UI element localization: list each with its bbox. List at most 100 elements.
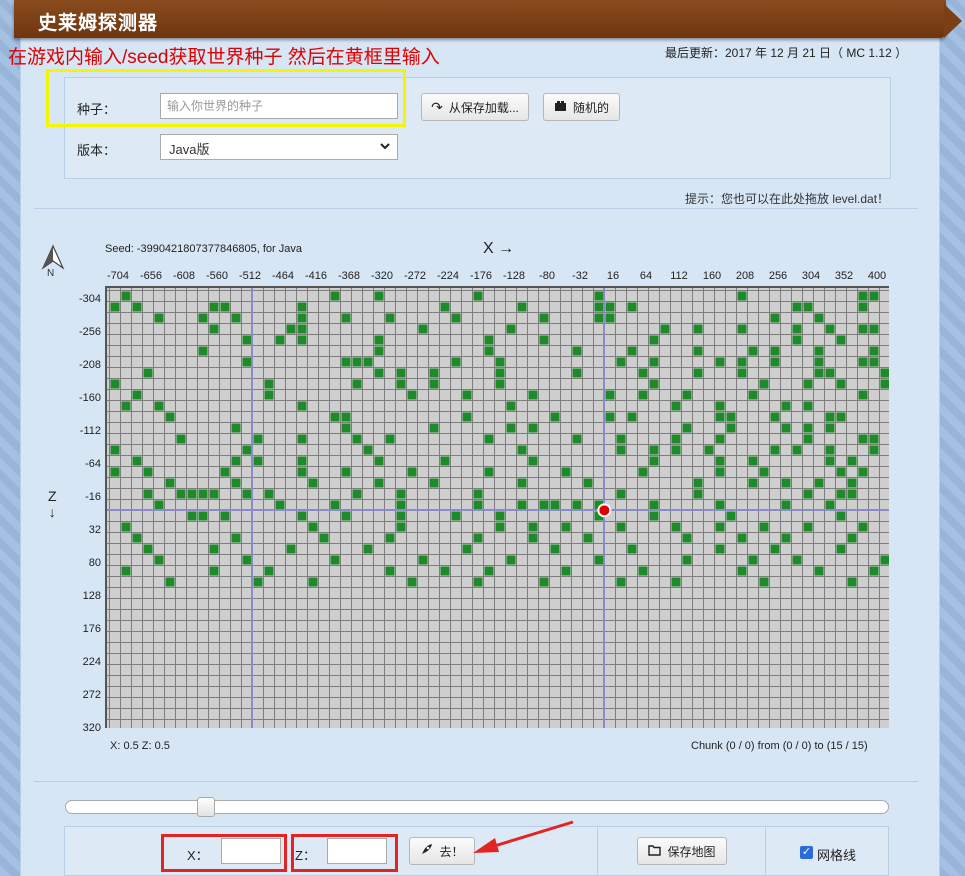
slime-chunk (814, 368, 824, 378)
slime-chunk (737, 566, 747, 576)
load-from-save-button[interactable]: ↷ 从保存加载... (421, 93, 529, 121)
slime-chunk (572, 500, 582, 510)
slime-chunk (781, 478, 791, 488)
slime-chunk (253, 456, 263, 466)
slime-chunk (473, 577, 483, 587)
slime-chunk (198, 489, 208, 499)
annotation-red-arrow (473, 820, 574, 853)
slime-chunk (627, 346, 637, 356)
slime-chunk (627, 302, 637, 312)
slime-chunk (539, 313, 549, 323)
slime-chunk (737, 324, 747, 334)
slime-chunk (154, 500, 164, 510)
slime-chunk (198, 346, 208, 356)
slime-chunk (297, 511, 307, 521)
slime-chunk (880, 368, 889, 378)
map-seed-line: Seed: -3990421807377846805, for Java (105, 243, 302, 255)
zoom-slider-handle[interactable] (197, 797, 215, 817)
compass-letter: N (47, 268, 55, 279)
annotation-red-box-x (161, 834, 287, 872)
slime-chunk (594, 555, 604, 565)
slime-chunk (616, 445, 626, 455)
slime-chunk (847, 489, 857, 499)
slime-chunk (187, 489, 197, 499)
slime-chunk (561, 566, 571, 576)
slime-chunk (649, 500, 659, 510)
slime-chunk (528, 423, 538, 433)
gridlines-label: 网格线 (817, 848, 857, 863)
slime-chunk (143, 467, 153, 477)
slime-chunk (473, 500, 483, 510)
slime-chunk (759, 379, 769, 389)
slime-chunk (110, 302, 120, 312)
slime-chunk (506, 401, 516, 411)
slime-chunk (671, 434, 681, 444)
slime-chunk (803, 522, 813, 532)
slime-chunk (583, 478, 593, 488)
random-button[interactable]: 随机的 (543, 93, 620, 121)
slime-chunk (869, 434, 879, 444)
slime-chunk (198, 313, 208, 323)
x-tick: -704 (106, 270, 130, 282)
slime-chunk (275, 500, 285, 510)
slime-chunk (484, 434, 494, 444)
slime-chunk (814, 566, 824, 576)
gridlines-checkbox[interactable]: ✓ (800, 846, 813, 859)
slime-chunk (715, 357, 725, 367)
slime-chunk (341, 313, 351, 323)
slime-chunk (770, 313, 780, 323)
z-tick: 128 (82, 590, 101, 602)
slime-chunk (550, 412, 560, 422)
slime-chunk (495, 522, 505, 532)
version-select[interactable]: Java版 (160, 134, 398, 160)
slime-chunk (847, 577, 857, 587)
slime-chunk (748, 346, 758, 356)
z-tick: -160 (78, 392, 101, 404)
map-canvas[interactable] (107, 288, 889, 728)
slime-chunk (737, 533, 747, 543)
x-tick: 400 (867, 270, 887, 282)
slime-chunk (880, 555, 889, 565)
slime-chunk (396, 368, 406, 378)
slime-chunk (374, 335, 384, 345)
slime-chunk (517, 445, 527, 455)
slime-chunk (143, 489, 153, 499)
slime-chunk (231, 533, 241, 543)
annotation-red-box-z (291, 834, 398, 872)
slime-chunk (671, 445, 681, 455)
player-marker (597, 503, 612, 518)
folder-icon (648, 844, 662, 859)
cursor-coords: X: 0.5 Z: 0.5 (110, 740, 170, 752)
slime-chunk-map[interactable] (105, 286, 889, 728)
slime-chunk (869, 357, 879, 367)
slime-chunk (462, 412, 472, 422)
slime-chunk (297, 313, 307, 323)
slime-chunk (726, 511, 736, 521)
slime-chunk (770, 544, 780, 554)
slime-chunk (264, 390, 274, 400)
slime-chunk (682, 390, 692, 400)
slime-chunk (847, 533, 857, 543)
slime-chunk (858, 302, 868, 312)
slime-chunk (836, 412, 846, 422)
zoom-slider-track[interactable] (65, 800, 889, 814)
slime-chunk (495, 357, 505, 367)
slime-chunk (154, 555, 164, 565)
slime-chunk (649, 445, 659, 455)
slime-chunk (825, 324, 835, 334)
slime-chunk (231, 456, 241, 466)
z-tick: 272 (82, 689, 101, 701)
slime-chunk (748, 478, 758, 488)
x-tick: 208 (735, 270, 755, 282)
save-map-button[interactable]: 保存地图 (637, 837, 727, 865)
slime-chunk (682, 533, 692, 543)
compass: N (40, 244, 66, 279)
slime-chunk (363, 544, 373, 554)
slime-chunk (484, 335, 494, 345)
save-map-label: 保存地图 (667, 844, 716, 859)
z-tick: -64 (85, 458, 101, 470)
z-tick: -112 (79, 425, 101, 437)
slime-chunk (396, 379, 406, 389)
slime-chunk (440, 302, 450, 312)
slime-chunk (352, 357, 362, 367)
